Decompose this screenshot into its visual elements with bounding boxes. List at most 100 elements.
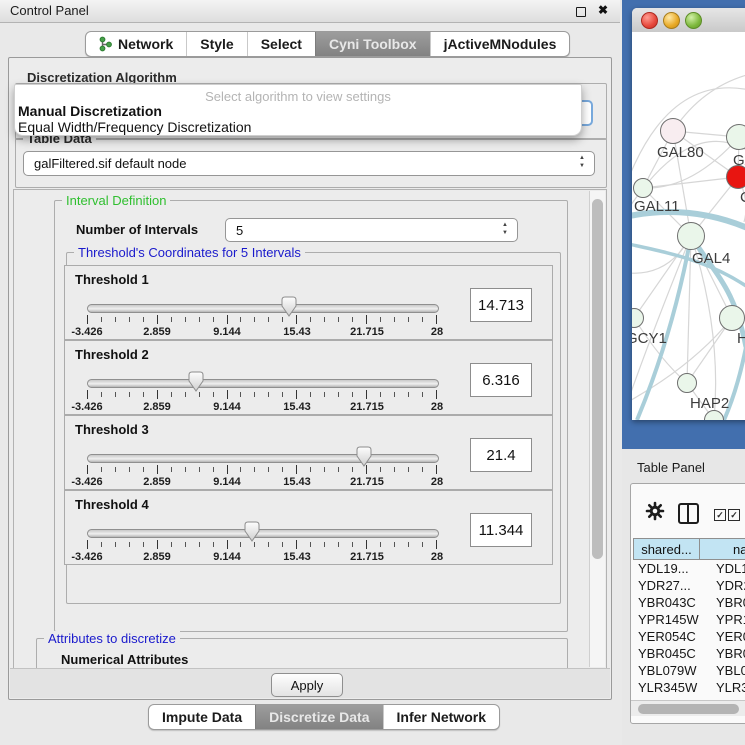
- split-column-icon[interactable]: [678, 503, 699, 524]
- threshold-3-value-field[interactable]: 21.4: [470, 438, 532, 472]
- cell-name[interactable]: YLR3: [700, 680, 745, 697]
- tab-cyni-toolbox[interactable]: Cyni Toolbox: [315, 32, 430, 56]
- tick-mark: [394, 317, 395, 322]
- network-node-c[interactable]: [726, 165, 745, 189]
- table-row[interactable]: YPR145WYPR1: [633, 612, 745, 629]
- tick-label: 28: [431, 326, 443, 338]
- spinner-arrows-icon[interactable]: ▲▼: [502, 221, 508, 237]
- table-row[interactable]: YBR045CYBR0: [633, 646, 745, 663]
- network-edge[interactable]: [673, 74, 745, 131]
- close-traffic-light[interactable]: [641, 12, 658, 29]
- algorithm-option-manual[interactable]: Manual Discretization: [18, 103, 162, 119]
- table-row[interactable]: YBL079WYBL0: [633, 663, 745, 680]
- network-edge[interactable]: [643, 177, 738, 188]
- table-row[interactable]: YLR345WYLR3: [633, 680, 745, 697]
- tab-select[interactable]: Select: [247, 32, 315, 56]
- cell-shared-name[interactable]: YDR27...: [633, 578, 700, 595]
- table-horizontal-scrollbar[interactable]: [631, 700, 745, 716]
- network-window: GAL80GACGAL11GAL4GCY1HHAP2: [632, 8, 745, 420]
- cell-name[interactable]: YDR2: [700, 578, 745, 595]
- algorithm-option-equal-width[interactable]: Equal Width/Frequency Discretization: [18, 119, 251, 135]
- tick-mark: [185, 392, 186, 397]
- table-row[interactable]: YBR043CYBR0: [633, 595, 745, 612]
- cell-shared-name[interactable]: YBR043C: [633, 595, 700, 612]
- checkbox-column-icon-2[interactable]: ✓: [728, 509, 740, 521]
- slider-thumb[interactable]: [188, 371, 204, 392]
- slider-thumb[interactable]: [356, 446, 372, 467]
- slider-thumb[interactable]: [244, 521, 260, 542]
- float-window-icon[interactable]: [576, 7, 586, 17]
- close-icon[interactable]: ✖: [598, 3, 608, 17]
- tick-mark: [101, 317, 102, 322]
- tab-network[interactable]: Network: [86, 32, 186, 56]
- network-node-ga[interactable]: [726, 124, 745, 150]
- cell-shared-name[interactable]: YBR045C: [633, 646, 700, 663]
- node-label: GAL80: [657, 144, 704, 161]
- tick-mark: [227, 465, 228, 474]
- control-panel-title: Control Panel: [10, 3, 89, 18]
- threshold-1-slider[interactable]: -3.4262.8599.14415.4321.71528: [87, 294, 437, 338]
- network-window-titlebar[interactable]: [632, 8, 745, 33]
- table-row[interactable]: YDL19...YDL1: [633, 561, 745, 578]
- table-data-combo[interactable]: galFiltered.sif default node ▲▼: [23, 151, 595, 176]
- minimize-traffic-light[interactable]: [663, 12, 680, 29]
- network-node-hap2[interactable]: [677, 373, 697, 393]
- tick-mark: [199, 392, 200, 397]
- cell-shared-name[interactable]: YER054C: [633, 629, 700, 646]
- threshold-4-value-field[interactable]: 11.344: [470, 513, 532, 547]
- tick-mark: [310, 542, 311, 547]
- combo-arrows-icon[interactable]: ▲▼: [579, 154, 585, 170]
- slider-track[interactable]: [87, 379, 439, 388]
- checkbox-column-icon[interactable]: ✓: [714, 509, 726, 521]
- slider-track[interactable]: [87, 454, 439, 463]
- tick-mark: [380, 392, 381, 397]
- tick-mark: [115, 542, 116, 547]
- btab-impute-data[interactable]: Impute Data: [149, 705, 255, 729]
- apply-button[interactable]: Apply: [271, 673, 343, 697]
- cell-name[interactable]: YBR0: [700, 595, 745, 612]
- tick-mark: [310, 317, 311, 322]
- cell-shared-name[interactable]: YPR145W: [633, 612, 700, 629]
- column-header-name[interactable]: na: [700, 538, 745, 560]
- table-row[interactable]: YDR27...YDR2: [633, 578, 745, 595]
- cell-name[interactable]: YER0: [700, 629, 745, 646]
- cell-name[interactable]: YDL1: [700, 561, 745, 578]
- cell-name[interactable]: YBR0: [700, 646, 745, 663]
- slider-ticks: [87, 390, 437, 399]
- btab-discretize-data[interactable]: Discretize Data: [255, 705, 382, 729]
- slider-tick-labels: -3.4262.8599.14415.4321.71528: [87, 476, 437, 488]
- network-node-gal80[interactable]: [660, 118, 686, 144]
- slider-track[interactable]: [87, 304, 439, 313]
- num-intervals-spinner[interactable]: 5 ▲▼: [225, 218, 518, 242]
- table-row[interactable]: YER054CYER0: [633, 629, 745, 646]
- slider-track[interactable]: [87, 529, 439, 538]
- network-canvas[interactable]: GAL80GACGAL11GAL4GCY1HHAP2: [632, 32, 745, 420]
- gear-icon[interactable]: [645, 501, 665, 521]
- cell-name[interactable]: YPR1: [700, 612, 745, 629]
- table-hscrollbar-thumb[interactable]: [638, 704, 739, 714]
- cell-name[interactable]: YBL0: [700, 663, 745, 680]
- threshold-2-slider[interactable]: -3.4262.8599.14415.4321.71528: [87, 369, 437, 413]
- column-header-shared[interactable]: shared...: [633, 538, 700, 560]
- threshold-1-value-field[interactable]: 14.713: [470, 288, 532, 322]
- tab-style[interactable]: Style: [186, 32, 246, 56]
- tab-jactivemnodules[interactable]: jActiveMNodules: [430, 32, 570, 56]
- cell-shared-name[interactable]: YLR345W: [633, 680, 700, 697]
- threshold-2-value-field[interactable]: 6.316: [470, 363, 532, 397]
- zoom-traffic-light[interactable]: [685, 12, 702, 29]
- settings-scrollbar-thumb[interactable]: [592, 199, 603, 559]
- slider-thumb[interactable]: [281, 296, 297, 317]
- cell-shared-name[interactable]: YDL19...: [633, 561, 700, 578]
- slider-ticks: [87, 540, 437, 549]
- cell-shared-name[interactable]: YBL079W: [633, 663, 700, 680]
- network-node-gal11[interactable]: [633, 178, 653, 198]
- network-node-h[interactable]: [719, 305, 745, 331]
- network-node-gal4[interactable]: [677, 222, 705, 250]
- slider-ticks: [87, 465, 437, 474]
- tick-label: 28: [431, 476, 443, 488]
- threshold-4-slider[interactable]: -3.4262.8599.14415.4321.71528: [87, 519, 437, 563]
- btab-infer-network[interactable]: Infer Network: [383, 705, 499, 729]
- tick-label: 28: [431, 401, 443, 413]
- threshold-3-slider[interactable]: -3.4262.8599.14415.4321.71528: [87, 444, 437, 488]
- settings-vertical-scrollbar[interactable]: [589, 191, 605, 667]
